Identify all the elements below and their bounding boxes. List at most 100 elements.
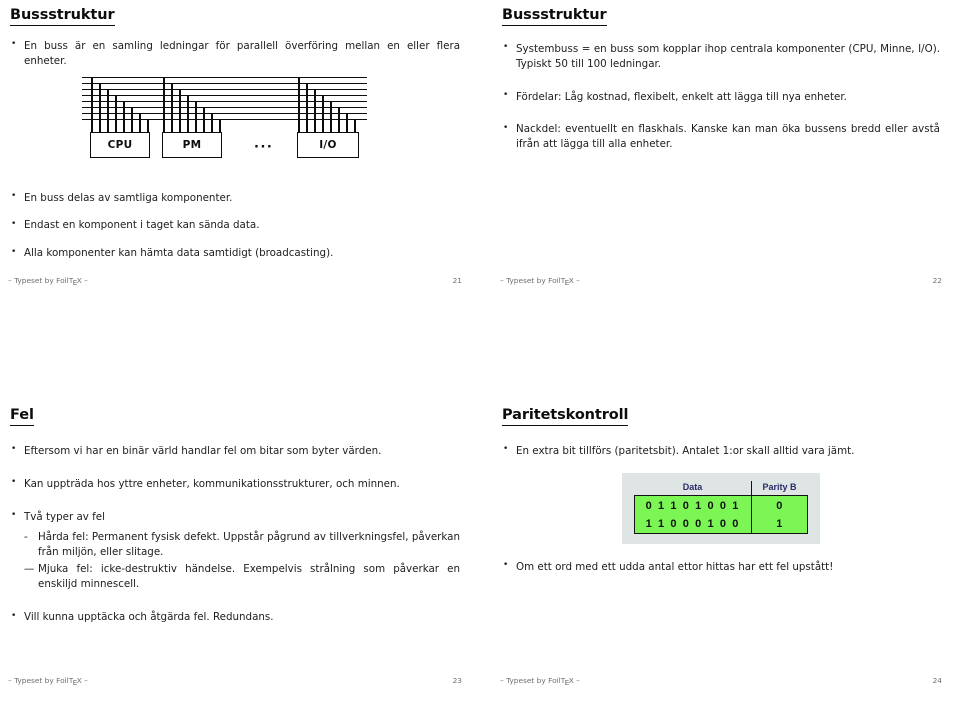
slide-bussstruktur-2: Bussstruktur Systembuss = en buss som ko… — [480, 0, 950, 300]
bus-drop-line — [179, 88, 181, 133]
list-item: Endast en komponent i taget kan sända da… — [10, 218, 460, 233]
bus-drop-line — [139, 112, 141, 133]
list-item: Eftersom vi har en binär värld handlar f… — [10, 443, 460, 459]
footer-credit: – Typeset by FoilTEX – — [8, 676, 88, 687]
footer-dash-left: – — [500, 276, 504, 285]
slide-paritetskontroll: Paritetskontroll En extra bit tillförs (… — [480, 400, 950, 700]
sub-list-item: — Mjuka fel: icke-destruktiv händelse. E… — [24, 562, 460, 592]
table-row: 0 1 1 0 1 0 0 1 0 — [634, 495, 808, 515]
sub-list-item: - Hårda fel: Permanent fysisk defekt. Up… — [24, 530, 460, 560]
footer-credit: – Typeset by FoilTEX – — [500, 276, 580, 287]
page-number: 24 — [932, 676, 942, 685]
slide-fel: Fel Eftersom vi har en binär värld handl… — [0, 400, 470, 700]
footer-credit: – Typeset by FoilTEX – — [500, 676, 580, 687]
list-item: Systembuss = en buss som kopplar ihop ce… — [502, 41, 940, 72]
bullet-list: Eftersom vi har en binär värld handlar f… — [10, 443, 460, 625]
bus-line — [82, 76, 367, 79]
page-title: Bussstruktur — [502, 7, 607, 26]
footer-credit: – Typeset by FoilTEX – — [8, 276, 88, 287]
page-title: Fel — [10, 407, 34, 426]
bus-drop-line — [306, 82, 308, 133]
bus-drop-line — [91, 76, 93, 133]
list-item: En buss delas av samtliga komponenter. — [10, 190, 460, 206]
slide-footer: – Typeset by FoilTEX – 23 — [0, 676, 470, 694]
tex-logo-e: E — [72, 278, 78, 287]
page-number: 22 — [932, 276, 942, 285]
bus-drop-line — [314, 88, 316, 133]
component-box-pm: PM — [162, 131, 222, 158]
list-item: Vill kunna upptäcka och åtgärda fel. Red… — [10, 610, 460, 625]
bus-drop-line — [322, 94, 324, 133]
footer-dash-right: – — [84, 276, 88, 285]
list-item-label: Två typer av fel — [24, 510, 105, 523]
bus-drop-line — [147, 118, 149, 133]
footer-dash-left: – — [500, 676, 504, 685]
bus-drop-line — [187, 94, 189, 133]
bus-drop-line — [298, 76, 300, 133]
cell-parity: 1 — [750, 514, 808, 534]
list-item: Två typer av fel - Hårda fel: Permanent … — [10, 509, 460, 593]
sub-bullet-marker: — — [24, 563, 35, 576]
footer-credit-text: Typeset by FoilT — [506, 276, 566, 285]
bus-line — [82, 100, 367, 103]
footer-dash-right: – — [576, 676, 580, 685]
bus-drop-line — [163, 76, 165, 133]
bus-line — [82, 82, 367, 85]
footer-dash-right: – — [576, 276, 580, 285]
bus-drop-line — [346, 112, 348, 133]
bullet-list: En extra bit tillförs (paritetsbit). Ant… — [502, 443, 940, 459]
sub-list-item-text: Hårda fel: Permanent fysisk defekt. Upps… — [38, 531, 460, 559]
bullet-list-lower: En buss delas av samtliga komponenter. E… — [10, 190, 460, 262]
cell-parity: 0 — [750, 495, 808, 515]
slide-footer: – Typeset by FoilTEX – 24 — [480, 676, 950, 694]
tex-logo-e: E — [72, 678, 78, 687]
bus-line — [82, 118, 367, 121]
tex-logo-e: E — [564, 278, 570, 287]
bus-line — [82, 88, 367, 91]
bus-drop-line — [354, 118, 356, 133]
column-header-parity: Parity B — [750, 480, 808, 496]
bus-drop-line — [99, 82, 101, 133]
bus-drop-line — [338, 106, 340, 133]
list-item: En buss är en samling ledningar för para… — [10, 38, 460, 69]
slide-content: Bussstruktur Systembuss = en buss som ko… — [480, 0, 950, 272]
bus-drop-line — [123, 100, 125, 133]
bullet-list: Systembuss = en buss som kopplar ihop ce… — [502, 41, 940, 153]
bus-line — [82, 106, 367, 109]
cell-data: 0 1 1 0 1 0 0 1 — [634, 495, 751, 515]
sub-bullet-list: - Hårda fel: Permanent fysisk defekt. Up… — [24, 530, 460, 592]
bus-drop-line — [203, 106, 205, 133]
bus-line — [82, 94, 367, 97]
bus-drop-line — [195, 100, 197, 133]
bullet-list-lower: Om ett ord med ett udda antal ettor hitt… — [502, 559, 940, 575]
page-number: 21 — [452, 276, 462, 285]
page-title: Paritetskontroll — [502, 407, 629, 426]
component-box-cpu: CPU — [90, 131, 150, 158]
footer-dash-right: – — [84, 676, 88, 685]
footer-dash-left: – — [8, 676, 12, 685]
slide-content: Fel Eftersom vi har en binär värld handl… — [0, 400, 470, 672]
bus-drop-line — [131, 106, 133, 133]
page-title: Bussstruktur — [10, 7, 115, 26]
parity-table-panel: Data Parity B 0 1 1 0 1 0 0 1 0 1 1 0 0 … — [622, 472, 820, 544]
bus-drop-line — [115, 94, 117, 133]
bus-drop-line — [219, 118, 221, 133]
table-row: 1 1 0 0 0 1 0 0 1 — [634, 514, 808, 534]
bus-diagram: CPU PM ··· I/O — [82, 76, 382, 177]
bus-drop-line — [211, 112, 213, 133]
parity-table-body: 0 1 1 0 1 0 0 1 0 1 1 0 0 0 1 0 0 1 — [634, 495, 808, 534]
slide-bussstruktur-1: Bussstruktur En buss är en samling ledni… — [0, 0, 470, 300]
sub-list-item-text: Mjuka fel: icke-destruktiv händelse. Exe… — [38, 563, 460, 591]
footer-credit-text: Typeset by FoilT — [14, 676, 74, 685]
cell-data: 1 1 0 0 0 1 0 0 — [634, 514, 751, 534]
bus-drop-line — [107, 88, 109, 133]
list-item: Om ett ord med ett udda antal ettor hitt… — [502, 559, 940, 575]
page-number: 23 — [452, 676, 462, 685]
table-header-row: Data Parity B — [634, 480, 808, 496]
parity-table-head: Data Parity B — [634, 480, 808, 496]
list-item: Nackdel: eventuellt en flaskhals. Kanske… — [502, 122, 940, 152]
bullet-list: En buss är en samling ledningar för para… — [10, 38, 460, 69]
column-header-data: Data — [634, 480, 751, 496]
footer-dash-left: – — [8, 276, 12, 285]
bus-drop-line — [330, 100, 332, 133]
